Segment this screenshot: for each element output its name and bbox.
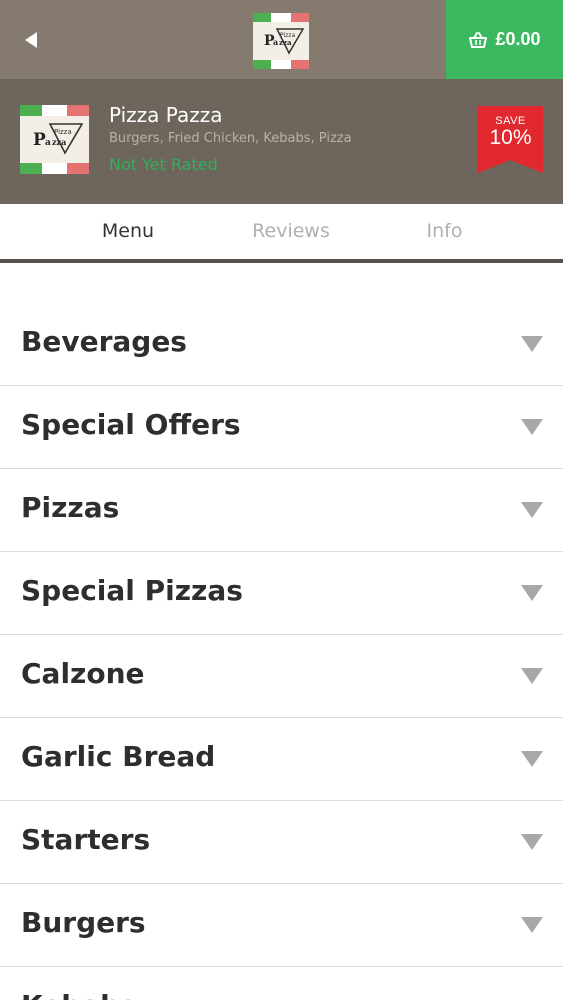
- category-label: Special Pizzas: [21, 574, 243, 607]
- chevron-down-icon: [521, 336, 543, 352]
- category-row-starters[interactable]: Starters: [0, 801, 563, 884]
- menu-category-list: Beverages Special Offers Pizzas Special …: [0, 303, 563, 1000]
- back-button[interactable]: [14, 24, 48, 56]
- svg-text:zza: zza: [279, 38, 292, 47]
- tab-info[interactable]: Info: [326, 204, 563, 258]
- restaurant-logo: P a Pizza zza: [20, 105, 89, 174]
- category-label: Beverages: [21, 325, 187, 358]
- pizza-pazza-logo: P a Pizza zza: [253, 13, 309, 69]
- basket-button[interactable]: £0.00: [446, 0, 563, 79]
- save-badge-percent: 10%: [489, 126, 532, 149]
- svg-text:a: a: [273, 37, 278, 47]
- restaurant-cuisine: Burgers, Fried Chicken, Kebabs, Pizza: [109, 131, 352, 146]
- category-label: Special Offers: [21, 408, 241, 441]
- svg-text:Pizza: Pizza: [54, 128, 72, 136]
- tab-menu[interactable]: Menu: [0, 204, 256, 258]
- restaurant-name: Pizza Pazza: [109, 103, 223, 127]
- category-label: Garlic Bread: [21, 740, 216, 773]
- category-row-beverages[interactable]: Beverages: [0, 303, 563, 386]
- category-label: Kebabs: [21, 989, 137, 1000]
- top-bar: P a Pizza zza £0.00: [0, 0, 563, 79]
- category-row-special-pizzas[interactable]: Special Pizzas: [0, 552, 563, 635]
- category-label: Burgers: [21, 906, 146, 939]
- tab-reviews[interactable]: Reviews: [252, 204, 330, 258]
- basket-total: £0.00: [495, 29, 541, 49]
- category-row-pizzas[interactable]: Pizzas: [0, 469, 563, 552]
- category-row-calzone[interactable]: Calzone: [0, 635, 563, 718]
- chevron-down-icon: [521, 668, 543, 684]
- category-label: Calzone: [21, 657, 145, 690]
- chevron-down-icon: [521, 419, 543, 435]
- category-row-garlic-bread[interactable]: Garlic Bread: [0, 718, 563, 801]
- basket-icon: [469, 31, 488, 48]
- tab-bar: Menu Reviews Info: [0, 204, 563, 263]
- category-label: Starters: [21, 823, 151, 856]
- chevron-down-icon: [521, 751, 543, 767]
- svg-text:zza: zza: [52, 137, 66, 147]
- back-arrow-icon: [25, 32, 37, 48]
- restaurant-rating: Not Yet Rated: [109, 155, 218, 174]
- category-row-special-offers[interactable]: Special Offers: [0, 386, 563, 469]
- category-label: Pizzas: [21, 491, 120, 524]
- category-row-burgers[interactable]: Burgers: [0, 884, 563, 967]
- chevron-down-icon: [521, 585, 543, 601]
- chevron-down-icon: [521, 917, 543, 933]
- save-badge: SAVE 10%: [478, 115, 543, 149]
- chevron-down-icon: [521, 834, 543, 850]
- category-row-kebabs[interactable]: Kebabs: [0, 967, 563, 1000]
- restaurant-header: P a Pizza zza Pizza Pazza Burgers, Fried…: [0, 79, 563, 204]
- svg-text:a: a: [45, 138, 51, 148]
- chevron-down-icon: [521, 502, 543, 518]
